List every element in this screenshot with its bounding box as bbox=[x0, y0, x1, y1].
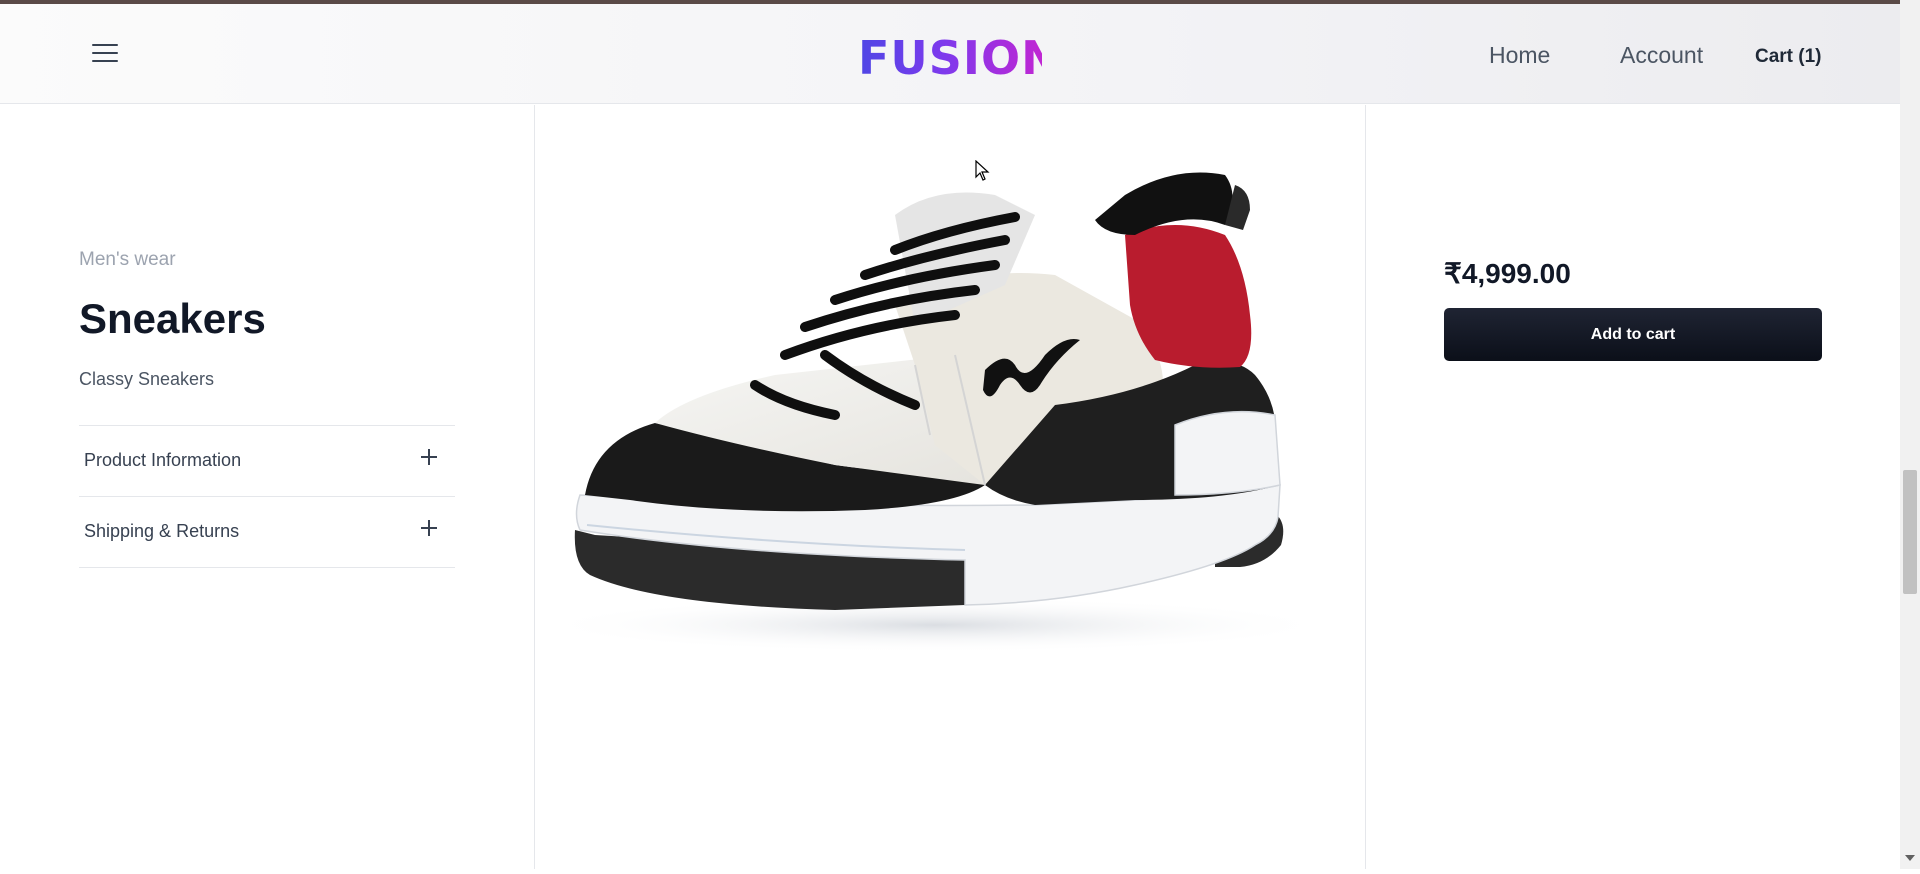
mouse-pointer-icon bbox=[975, 160, 990, 181]
product-page: Men's wear Sneakers Classy Sneakers Prod… bbox=[0, 105, 1900, 869]
top-navbar: FUSION Home Account Cart (1) bbox=[0, 4, 1900, 104]
product-title: Sneakers bbox=[79, 295, 266, 342]
accordion-product-information[interactable]: Product Information bbox=[79, 426, 455, 497]
scroll-down-arrow-icon[interactable] bbox=[1905, 855, 1915, 861]
product-category: Men's wear bbox=[79, 249, 176, 270]
nav-account-link[interactable]: Account bbox=[1620, 40, 1703, 70]
nav-home-link[interactable]: Home bbox=[1489, 40, 1550, 70]
accordion-label: Product Information bbox=[84, 450, 242, 470]
product-subtitle: Classy Sneakers bbox=[79, 369, 215, 389]
accordion-shipping-returns[interactable]: Shipping & Returns bbox=[79, 497, 455, 568]
sneaker-image bbox=[535, 172, 1335, 653]
product-image bbox=[535, 105, 1365, 869]
accordion-label: Shipping & Returns bbox=[84, 521, 240, 541]
product-accordion: Product Information Shipping & Returns bbox=[79, 425, 455, 568]
plus-icon[interactable] bbox=[421, 519, 439, 537]
brand-logo[interactable]: FUSION bbox=[858, 28, 1060, 88]
product-price: ₹4,999.00 bbox=[1444, 258, 1571, 289]
add-to-cart-button[interactable]: Add to cart bbox=[1444, 308, 1822, 361]
column-divider bbox=[1365, 105, 1366, 869]
hamburger-menu-icon[interactable] bbox=[92, 44, 118, 64]
plus-icon[interactable] bbox=[421, 448, 439, 466]
vertical-scrollbar[interactable] bbox=[1900, 0, 1920, 869]
nav-cart-link[interactable]: Cart (1) bbox=[1755, 44, 1822, 70]
scrollbar-thumb[interactable] bbox=[1903, 470, 1917, 594]
